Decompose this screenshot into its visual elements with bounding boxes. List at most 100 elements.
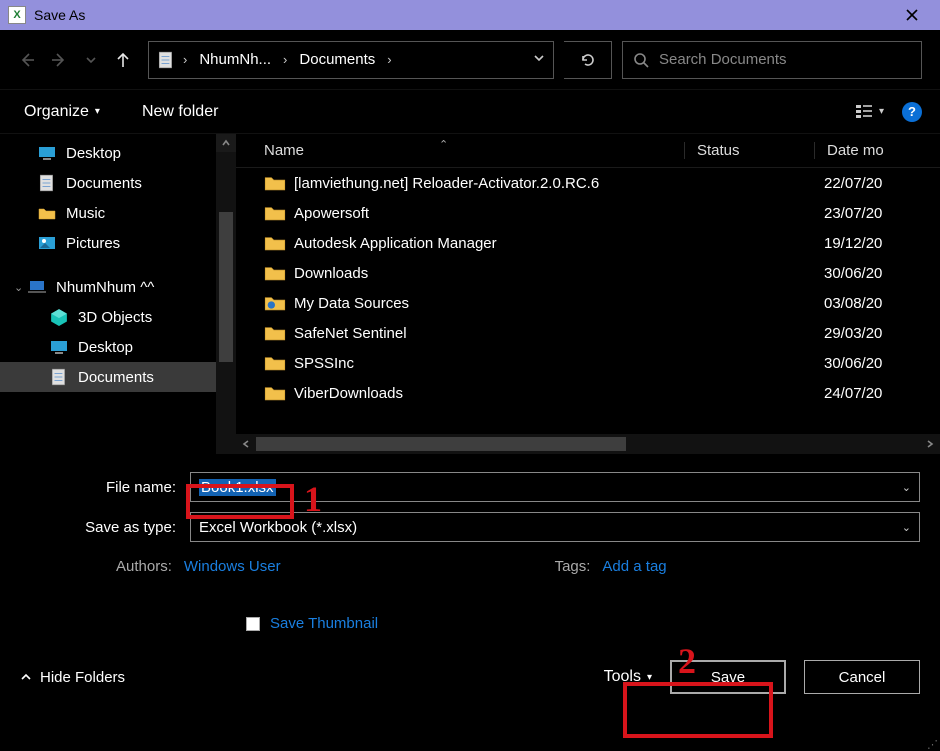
- sidebar-label: NhumNhum ^^: [56, 279, 154, 296]
- help-button[interactable]: ?: [902, 102, 922, 122]
- file-name: Autodesk Application Manager: [294, 235, 694, 252]
- new-folder-button[interactable]: New folder: [136, 99, 224, 125]
- file-row[interactable]: SafeNet Sentinel29/03/20: [264, 318, 940, 348]
- file-name: SPSSInc: [294, 355, 694, 372]
- scroll-left-icon[interactable]: [236, 434, 256, 454]
- sidebar-item[interactable]: Desktop: [0, 332, 236, 362]
- horizontal-scrollbar[interactable]: [236, 434, 940, 454]
- refresh-button[interactable]: [564, 41, 612, 79]
- sidebar-label: Pictures: [66, 235, 120, 252]
- sidebar-label: Documents: [66, 175, 142, 192]
- sidebar-item[interactable]: Desktop: [0, 138, 236, 168]
- scrollbar-thumb[interactable]: [256, 437, 626, 451]
- sidebar-item[interactable]: Documents: [0, 168, 236, 198]
- saveastype-value: Excel Workbook (*.xlsx): [199, 519, 357, 536]
- folder-icon: [264, 292, 286, 314]
- file-row[interactable]: Downloads30/06/20: [264, 258, 940, 288]
- file-list: Name⌃ Status Date mo [lamviethung.net] R…: [236, 134, 940, 454]
- recent-dropdown[interactable]: [82, 51, 100, 69]
- file-date: 29/03/20: [824, 325, 940, 342]
- scroll-up-icon[interactable]: [216, 134, 236, 152]
- file-date: 24/07/20: [824, 385, 940, 402]
- folder-icon: [264, 352, 286, 374]
- sidebar-item-computer[interactable]: ⌄ NhumNhum ^^: [0, 272, 236, 302]
- file-name: [lamviethung.net] Reloader-Activator.2.0…: [294, 175, 694, 192]
- screen-icon: [50, 338, 68, 356]
- cube-icon: [50, 308, 68, 326]
- saveastype-select[interactable]: Excel Workbook (*.xlsx) ⌄: [190, 512, 920, 542]
- search-input[interactable]: Search Documents: [622, 41, 922, 79]
- column-status[interactable]: Status: [684, 142, 814, 159]
- sidebar-label: Documents: [78, 369, 154, 386]
- file-date: 03/08/20: [824, 295, 940, 312]
- sidebar-item[interactable]: Documents: [0, 362, 236, 392]
- navbar: › NhumNh... › Documents › Search Documen…: [0, 30, 940, 90]
- authors-value[interactable]: Windows User: [184, 558, 281, 575]
- view-mode-button[interactable]: [853, 101, 875, 123]
- toolbar: Organize▾ New folder ▾ ?: [0, 90, 940, 134]
- filename-label: File name:: [20, 479, 190, 496]
- doc-icon: [50, 368, 68, 386]
- authors-label: Authors:: [116, 558, 172, 575]
- sidebar-item[interactable]: 3D Objects: [0, 302, 236, 332]
- sidebar-label: 3D Objects: [78, 309, 152, 326]
- folder-icon: [264, 172, 286, 194]
- filename-value: Book1.xlsx: [199, 479, 276, 496]
- filename-input[interactable]: Book1.xlsx ⌄: [190, 472, 920, 502]
- organize-button[interactable]: Organize▾: [18, 99, 106, 125]
- screen-icon: [38, 144, 56, 162]
- back-button[interactable]: [18, 51, 36, 69]
- sidebar-label: Desktop: [66, 145, 121, 162]
- titlebar: X Save As: [0, 0, 940, 30]
- column-name[interactable]: Name⌃: [264, 142, 684, 159]
- breadcrumb-segment[interactable]: NhumNh...: [195, 51, 275, 68]
- tools-button[interactable]: Tools▾: [604, 668, 652, 686]
- tags-value[interactable]: Add a tag: [602, 558, 666, 575]
- file-name: Downloads: [294, 265, 694, 282]
- forward-button[interactable]: [50, 51, 68, 69]
- file-row[interactable]: Apowersoft23/07/20: [264, 198, 940, 228]
- sort-indicator-icon: ⌃: [439, 138, 448, 151]
- save-button[interactable]: Save: [670, 660, 786, 694]
- chevron-down-icon[interactable]: ⌄: [902, 481, 911, 494]
- file-name: My Data Sources: [294, 295, 694, 312]
- folder-icon: [38, 204, 56, 222]
- thumbnail-checkbox[interactable]: [246, 617, 260, 631]
- excel-icon: X: [8, 6, 26, 24]
- chevron-down-icon[interactable]: [533, 51, 545, 69]
- close-button[interactable]: [892, 0, 932, 30]
- file-row[interactable]: Autodesk Application Manager19/12/20: [264, 228, 940, 258]
- view-dropdown[interactable]: ▾: [879, 106, 884, 117]
- folder-icon: [264, 232, 286, 254]
- folder-icon: [264, 322, 286, 344]
- chevron-down-icon[interactable]: ⌄: [902, 521, 911, 534]
- column-headers: Name⌃ Status Date mo: [236, 134, 940, 168]
- breadcrumb-segment[interactable]: Documents: [295, 51, 379, 68]
- chevron-up-icon: [20, 671, 32, 683]
- folder-icon: [264, 382, 286, 404]
- resize-grip-icon[interactable]: ⋰: [927, 743, 938, 747]
- hide-folders-button[interactable]: Hide Folders: [20, 669, 125, 686]
- tags-label: Tags:: [555, 558, 591, 575]
- scrollbar-thumb[interactable]: [219, 212, 233, 362]
- sidebar-item[interactable]: Pictures: [0, 228, 236, 258]
- file-row[interactable]: ViberDownloads24/07/20: [264, 378, 940, 408]
- sidebar-item[interactable]: Music: [0, 198, 236, 228]
- file-row[interactable]: [lamviethung.net] Reloader-Activator.2.0…: [264, 168, 940, 198]
- file-row[interactable]: My Data Sources 03/08/20: [264, 288, 940, 318]
- pic-icon: [38, 234, 56, 252]
- cancel-button[interactable]: Cancel: [804, 660, 920, 694]
- address-bar[interactable]: › NhumNh... › Documents ›: [148, 41, 554, 79]
- chevron-down-icon[interactable]: ⌄: [14, 281, 23, 294]
- scroll-right-icon[interactable]: [920, 434, 940, 454]
- up-button[interactable]: [114, 51, 132, 69]
- file-row[interactable]: SPSSInc 30/06/20: [264, 348, 940, 378]
- column-date[interactable]: Date mo: [814, 142, 940, 159]
- sidebar-label: Desktop: [78, 339, 133, 356]
- chevron-right-icon: ›: [283, 52, 287, 67]
- file-date: 30/06/20: [824, 355, 940, 372]
- file-name: Apowersoft: [294, 205, 694, 222]
- search-icon: [633, 52, 649, 68]
- sidebar-scrollbar[interactable]: [216, 134, 236, 454]
- saveastype-label: Save as type:: [20, 519, 190, 536]
